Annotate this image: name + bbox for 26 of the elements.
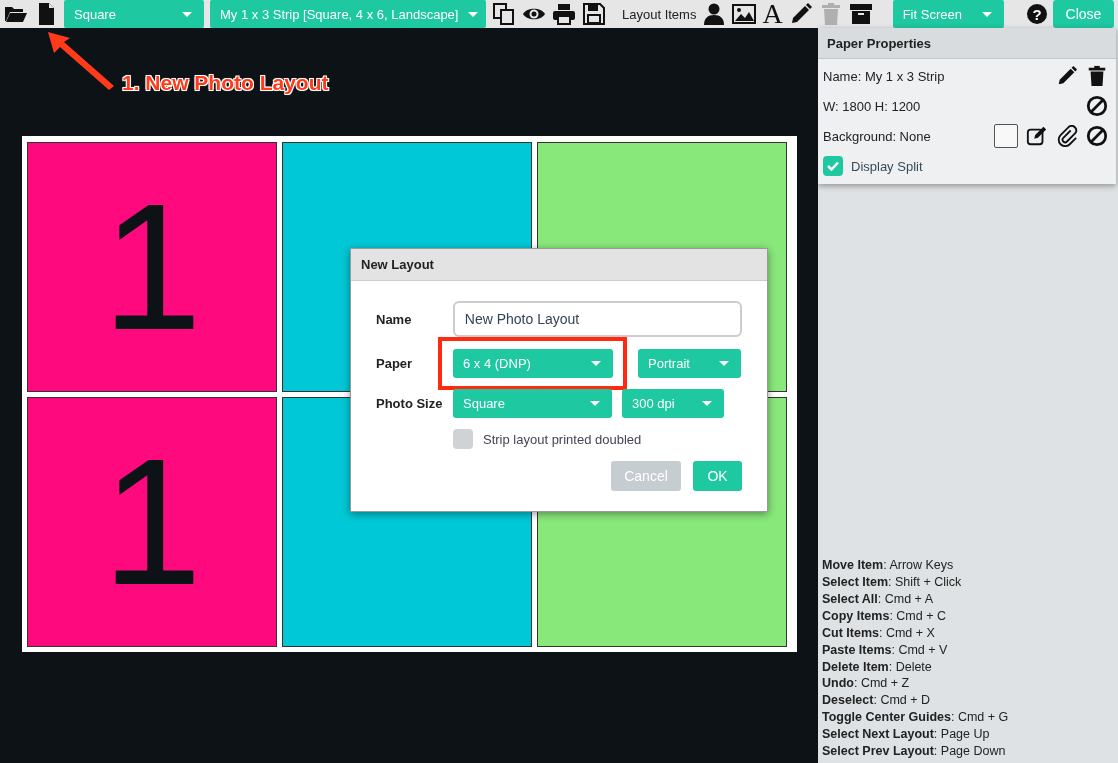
shortcut-text: Select Next Layout: Page Up (822, 726, 991, 744)
shortcut-text: Paste Items: Cmd + V (822, 641, 949, 659)
paper-name: Name: My 1 x 3 Strip (823, 68, 946, 84)
shortcut-text: Select Item: Shift + Click (822, 574, 963, 591)
shortcut-text: Copy Items: Cmd + C (822, 607, 947, 625)
slot-number: 1 (101, 177, 203, 357)
callout-text: 1. New Photo Layout (122, 71, 329, 95)
checkbox-label: Display Split (851, 158, 924, 174)
shortcut-text: Deselect: Cmd + D (822, 692, 932, 710)
shortcut-text: Select All: Cmd + A (822, 590, 935, 608)
dialog-title: New Layout (351, 249, 767, 281)
shortcut-text: Select Prev Layout: Page Down (822, 743, 1007, 760)
paper-background-label: Background: None (823, 128, 932, 144)
panel-title: Paper Properties (818, 28, 1116, 59)
shortcut-text: Toggle Center Guides: Cmd + G (822, 709, 1010, 727)
field-label: Photo Size (376, 396, 444, 411)
checkbox-label: Strip layout printed doubled (483, 431, 642, 447)
field-label: Paper (376, 356, 414, 371)
shortcut-text: Move Item: Arrow Keys (822, 557, 955, 575)
paper-size: W: 1800 H: 1200 (823, 98, 922, 114)
shortcut-text: Delete Item: Delete (822, 658, 933, 676)
shortcut-text: Undo: Cmd + Z (822, 675, 911, 693)
shortcut-text: Cut Items: Cmd + X (822, 624, 936, 642)
layout-items-label: Layout Items (622, 6, 697, 22)
field-label: Name (376, 311, 413, 327)
slot-number: 1 (101, 432, 203, 612)
